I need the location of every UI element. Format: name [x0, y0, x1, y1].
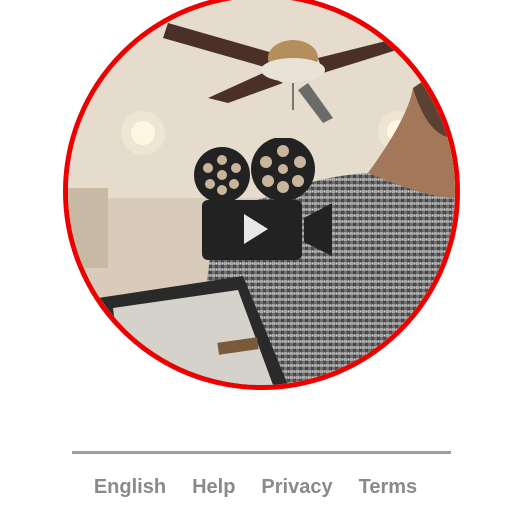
- footer-link-english[interactable]: English: [94, 476, 166, 499]
- film-camera-play-icon[interactable]: [192, 138, 337, 268]
- page: English Help Privacy Terms: [0, 0, 521, 518]
- footer-link-terms[interactable]: Terms: [359, 476, 418, 499]
- footer-link-help[interactable]: Help: [192, 476, 235, 499]
- footer-nav: English Help Privacy Terms: [0, 476, 521, 499]
- video-thumbnail[interactable]: [63, 0, 460, 390]
- footer-link-privacy[interactable]: Privacy: [261, 476, 332, 499]
- footer-divider: [72, 451, 451, 454]
